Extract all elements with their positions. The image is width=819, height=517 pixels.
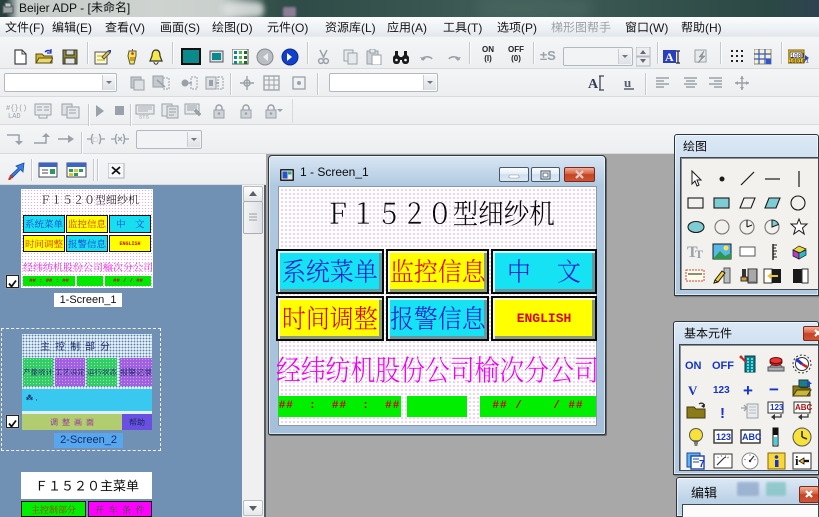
- svg-text:ABC: ABC: [742, 432, 761, 442]
- svg-text:123: 123: [713, 385, 730, 396]
- svg-text:i: i: [795, 453, 799, 468]
- svg-text:V: V: [688, 383, 698, 398]
- svg-text:OFF: OFF: [712, 360, 734, 372]
- svg-text:ON: ON: [685, 360, 702, 372]
- svg-text:T: T: [695, 247, 703, 261]
- svg-text:A: A: [588, 77, 599, 91]
- svg-text:#{}(): #{}(): [6, 105, 27, 113]
- svg-text:!: !: [720, 405, 725, 422]
- svg-text:−: −: [769, 380, 779, 399]
- svg-text:STS: STS: [139, 114, 150, 120]
- svg-text:LAD: LAD: [8, 113, 21, 119]
- svg-text:+: +: [743, 381, 753, 400]
- svg-text:□: □: [93, 137, 98, 144]
- svg-text:A: A: [665, 50, 674, 64]
- svg-text:123: 123: [770, 403, 784, 412]
- svg-text:7: 7: [699, 459, 705, 470]
- svg-text:ABC: ABC: [795, 403, 813, 412]
- svg-text:u: u: [624, 75, 631, 90]
- svg-text:123: 123: [716, 432, 731, 442]
